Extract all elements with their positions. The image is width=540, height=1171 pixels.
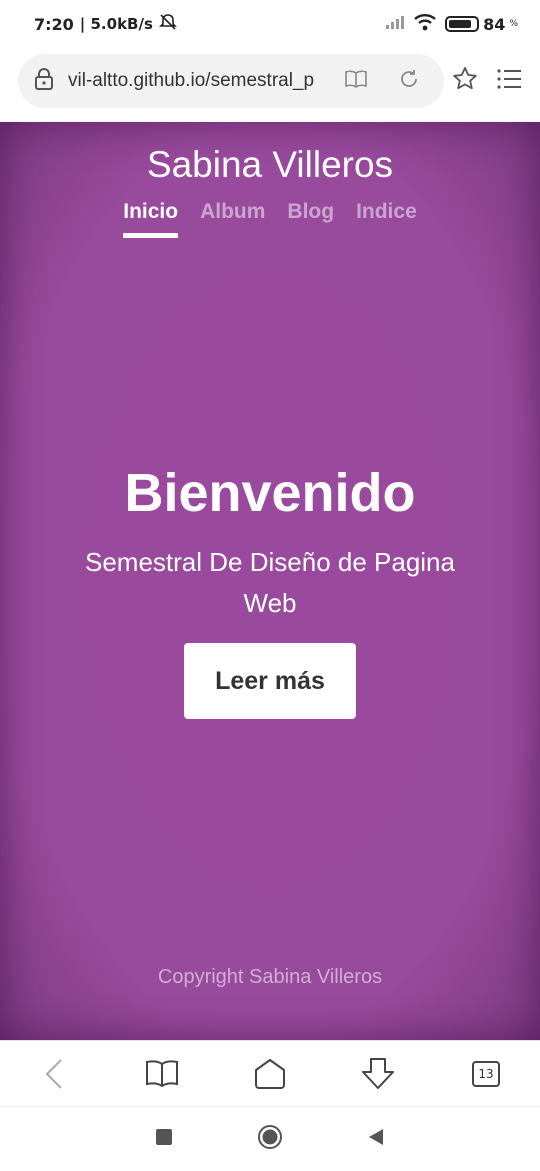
- hero-subtitle: Semestral De Diseño de Pagina Web: [85, 547, 455, 618]
- reload-icon[interactable]: [398, 68, 420, 94]
- signal-icon: [385, 14, 405, 34]
- site-nav: Inicio Album Blog Indice: [0, 200, 540, 238]
- battery-unit: %: [509, 19, 518, 29]
- read-more-button[interactable]: Leer más: [184, 643, 356, 719]
- network-speed: | 5.0kB/s: [79, 15, 153, 33]
- recents-icon[interactable]: [155, 1128, 173, 1150]
- browser-toolbar: 13: [0, 1040, 540, 1107]
- browser-bar: vil-altto.github.io/semestral_p: [0, 48, 540, 122]
- lock-icon[interactable]: [34, 67, 54, 95]
- status-bar: 7:20 | 5.0kB/s 84 %: [0, 0, 540, 48]
- star-icon[interactable]: [452, 66, 478, 96]
- download-icon[interactable]: [351, 1052, 405, 1096]
- status-time: 7:20: [34, 14, 74, 34]
- address-bar[interactable]: vil-altto.github.io/semestral_p: [18, 54, 444, 108]
- back-icon[interactable]: [27, 1052, 81, 1096]
- url-text[interactable]: vil-altto.github.io/semestral_p: [68, 70, 324, 92]
- tabs-count[interactable]: 13: [472, 1061, 500, 1087]
- nav-item-indice[interactable]: Indice: [356, 200, 417, 238]
- back-triangle-icon[interactable]: [367, 1127, 385, 1151]
- home-icon[interactable]: [243, 1052, 297, 1096]
- notifications-off-icon: [158, 13, 177, 35]
- android-nav-bar: [0, 1106, 540, 1171]
- nav-item-album[interactable]: Album: [200, 200, 265, 238]
- copyright-text: Copyright Sabina Villeros: [157, 966, 383, 988]
- menu-icon[interactable]: [496, 68, 522, 94]
- battery-icon: 84 %: [445, 15, 518, 34]
- nav-item-inicio[interactable]: Inicio: [123, 200, 178, 238]
- hero-title: Bienvenido: [124, 463, 416, 523]
- nav-item-blog[interactable]: Blog: [287, 200, 334, 238]
- web-page: Sabina Villeros Inicio Album Blog Indice…: [0, 122, 540, 1040]
- reader-mode-icon[interactable]: [344, 69, 368, 93]
- tabs-icon[interactable]: 13: [459, 1052, 513, 1096]
- home-circle-icon[interactable]: [257, 1124, 283, 1154]
- site-title: Sabina Villeros: [146, 144, 394, 185]
- wifi-icon: [413, 13, 437, 35]
- bookmarks-icon[interactable]: [135, 1052, 189, 1096]
- battery-level: 84: [483, 14, 506, 34]
